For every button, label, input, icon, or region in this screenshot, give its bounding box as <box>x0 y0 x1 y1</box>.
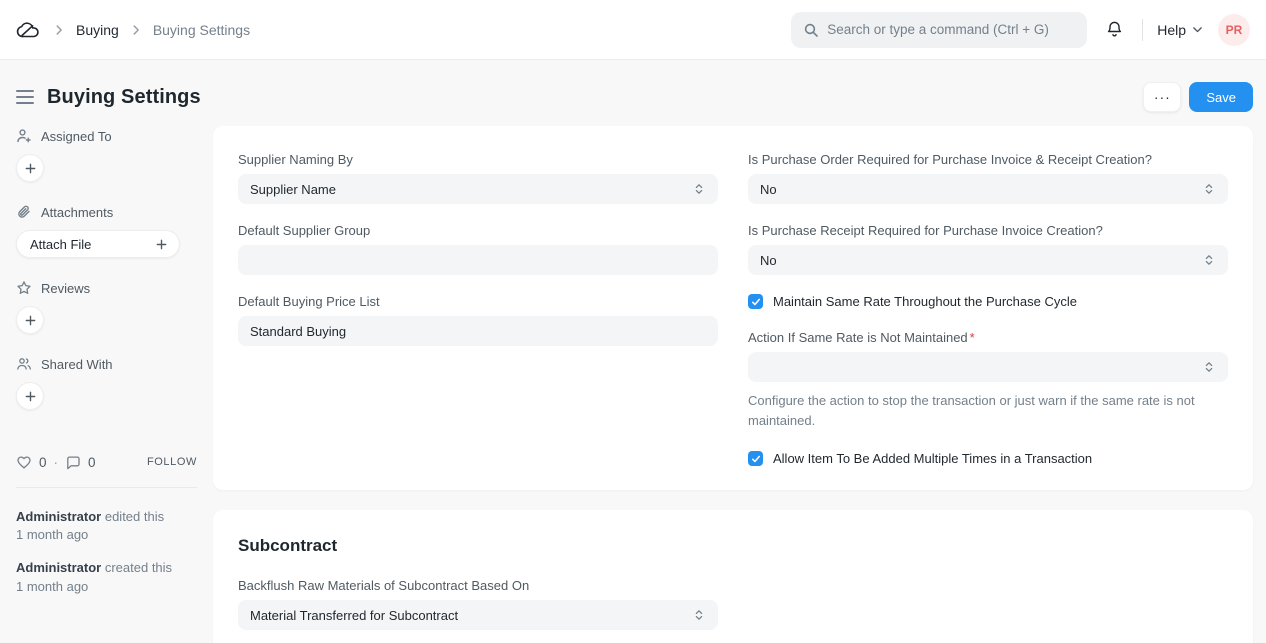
star-icon <box>16 280 32 296</box>
select-chevrons-icon <box>1202 253 1216 267</box>
right-column: Is Purchase Order Required for Purchase … <box>748 152 1228 474</box>
field-label: Backflush Raw Materials of Subcontract B… <box>238 578 718 593</box>
sidebar-divider <box>16 487 197 488</box>
chevron-right-icon <box>129 23 143 37</box>
subcontract-card: Subcontract Backflush Raw Materials of S… <box>213 510 1253 643</box>
chevron-right-icon <box>52 23 66 37</box>
po-required-select[interactable]: No <box>748 174 1228 204</box>
page-title: Buying Settings <box>47 86 201 109</box>
maintain-same-rate-checkbox[interactable]: Maintain Same Rate Throughout the Purcha… <box>748 294 1228 309</box>
form-body: Supplier Naming By Supplier Name Default… <box>213 126 1253 643</box>
heart-icon[interactable] <box>16 454 32 470</box>
select-chevrons-icon <box>692 182 706 196</box>
like-count: 0 <box>39 455 47 470</box>
follow-button[interactable]: FOLLOW <box>147 456 197 468</box>
navbar-divider <box>1142 19 1143 41</box>
attach-file-label: Attach File <box>30 237 91 252</box>
supplier-naming-by-select[interactable]: Supplier Name <box>238 174 718 204</box>
subcontract-section-title: Subcontract <box>238 536 1228 556</box>
search-icon <box>803 22 819 38</box>
ellipsis-icon: ··· <box>1154 89 1171 105</box>
field-supplier-naming-by: Supplier Naming By Supplier Name <box>238 152 718 204</box>
checkbox-label: Allow Item To Be Added Multiple Times in… <box>773 451 1092 466</box>
field-label: Action If Same Rate is Not Maintained* <box>748 330 1228 345</box>
field-po-required: Is Purchase Order Required for Purchase … <box>748 152 1228 204</box>
reviews-label: Reviews <box>41 281 90 296</box>
add-share-button[interactable] <box>16 382 44 410</box>
field-default-buying-price-list: Default Buying Price List Standard Buyin… <box>238 294 718 346</box>
attachments-label: Attachments <box>41 205 113 220</box>
field-default-supplier-group: Default Supplier Group <box>238 223 718 275</box>
checkbox-checked-icon <box>748 294 763 309</box>
app-logo-cloud-icon[interactable] <box>14 16 42 44</box>
sidebar-toggle-icon[interactable] <box>16 88 34 106</box>
chevron-down-icon <box>1191 23 1204 36</box>
notifications-bell-icon[interactable] <box>1101 16 1128 43</box>
shared-with-label: Shared With <box>41 357 113 372</box>
page-header: Buying Settings ··· Save <box>0 60 1266 126</box>
paperclip-icon <box>16 204 32 220</box>
plus-icon <box>24 390 37 403</box>
backflush-select[interactable]: Material Transferred for Subcontract <box>238 600 718 630</box>
users-icon <box>16 356 32 372</box>
dot-separator: · <box>54 455 59 470</box>
plus-icon <box>155 238 168 251</box>
more-options-button[interactable]: ··· <box>1143 82 1181 112</box>
select-chevrons-icon <box>692 608 706 622</box>
breadcrumb: Buying Buying Settings <box>14 16 250 44</box>
left-column: Supplier Naming By Supplier Name Default… <box>238 152 718 474</box>
attach-file-button[interactable]: Attach File <box>16 230 180 258</box>
select-chevrons-icon <box>1202 360 1216 374</box>
help-label: Help <box>1157 22 1186 38</box>
help-menu[interactable]: Help <box>1157 22 1204 38</box>
search-input[interactable] <box>827 22 1075 37</box>
settings-card: Supplier Naming By Supplier Name Default… <box>213 126 1253 490</box>
field-label: Default Supplier Group <box>238 223 718 238</box>
plus-icon <box>24 314 37 327</box>
form-sidebar: Assigned To Attachments Attach File <box>0 126 213 611</box>
field-backflush: Backflush Raw Materials of Subcontract B… <box>238 578 718 630</box>
select-chevrons-icon <box>1202 182 1216 196</box>
breadcrumb-item-buying[interactable]: Buying <box>76 22 119 38</box>
allow-multiple-items-checkbox[interactable]: Allow Item To Be Added Multiple Times in… <box>748 451 1228 466</box>
field-label: Default Buying Price List <box>238 294 718 309</box>
field-pr-required: Is Purchase Receipt Required for Purchas… <box>748 223 1228 275</box>
user-avatar[interactable]: PR <box>1218 14 1250 46</box>
reviews-section: Reviews <box>16 280 197 334</box>
checkbox-checked-icon <box>748 451 763 466</box>
assigned-to-label: Assigned To <box>41 129 112 144</box>
activity-created: Administrator created this 1 month ago <box>16 559 197 595</box>
activity-edited: Administrator edited this 1 month ago <box>16 508 197 544</box>
action-same-rate-select[interactable] <box>748 352 1228 382</box>
field-help-text: Configure the action to stop the transac… <box>748 391 1208 431</box>
save-button[interactable]: Save <box>1189 82 1253 112</box>
top-navbar: Buying Buying Settings Help PR <box>0 0 1266 60</box>
default-buying-price-list-input[interactable]: Standard Buying <box>238 316 718 346</box>
global-search[interactable] <box>791 12 1087 48</box>
comment-count: 0 <box>88 455 96 470</box>
default-supplier-group-input[interactable] <box>238 245 718 275</box>
shared-with-section: Shared With <box>16 356 197 410</box>
plus-icon <box>24 162 37 175</box>
field-label: Is Purchase Receipt Required for Purchas… <box>748 223 1228 238</box>
social-row: 0 · 0 FOLLOW <box>16 454 197 470</box>
add-assignment-button[interactable] <box>16 154 44 182</box>
comment-icon[interactable] <box>65 454 81 470</box>
required-asterisk: * <box>970 330 975 345</box>
assign-user-plus-icon <box>16 128 32 144</box>
field-label: Supplier Naming By <box>238 152 718 167</box>
add-review-button[interactable] <box>16 306 44 334</box>
breadcrumb-item-buying-settings[interactable]: Buying Settings <box>153 22 250 38</box>
checkbox-label: Maintain Same Rate Throughout the Purcha… <box>773 294 1077 309</box>
attachments-section: Attachments Attach File <box>16 204 197 258</box>
field-label: Is Purchase Order Required for Purchase … <box>748 152 1228 167</box>
assigned-to-section: Assigned To <box>16 128 197 182</box>
field-action-same-rate: Action If Same Rate is Not Maintained* C… <box>748 330 1228 431</box>
pr-required-select[interactable]: No <box>748 245 1228 275</box>
navbar-actions: Help PR <box>791 12 1250 48</box>
